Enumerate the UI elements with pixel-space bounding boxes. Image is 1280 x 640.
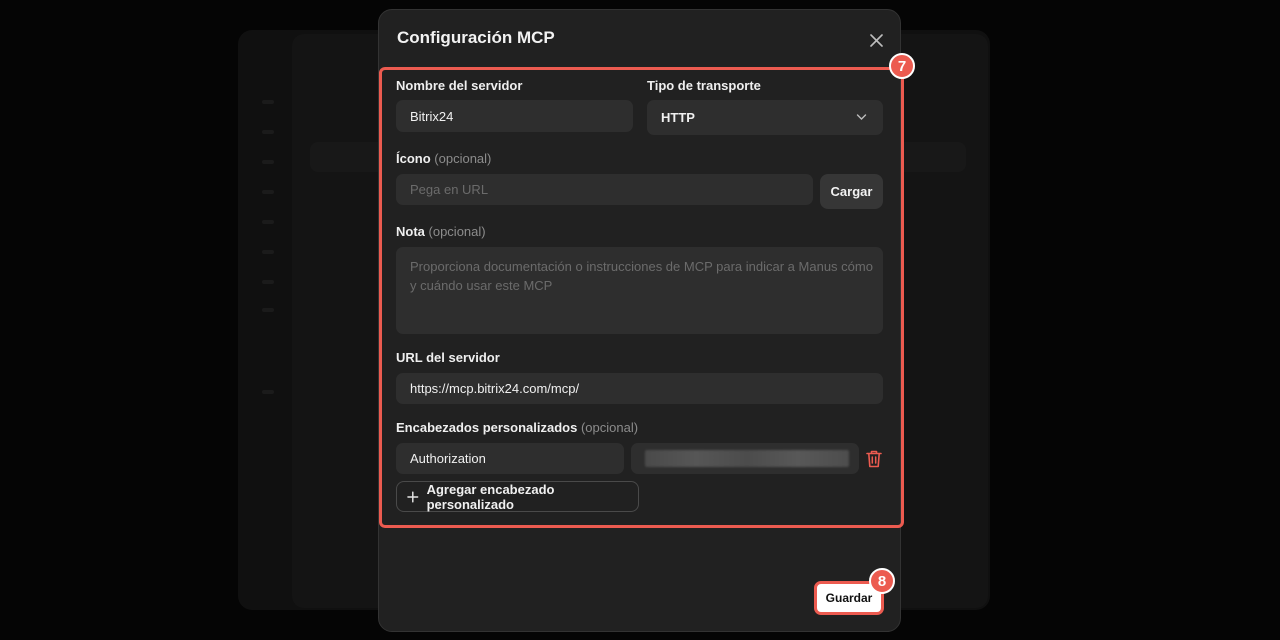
- step-badge-7: 7: [889, 53, 915, 79]
- icon-label: Ícono (opcional): [396, 151, 491, 166]
- background-nav-item: [262, 190, 274, 194]
- server-url-input[interactable]: https://mcp.bitrix24.com/mcp/: [396, 373, 883, 404]
- background-nav-item: [262, 130, 274, 134]
- icon-optional-text: (opcional): [434, 151, 492, 166]
- transport-type-label: Tipo de transporte: [647, 78, 761, 93]
- custom-headers-label: Encabezados personalizados (opcional): [396, 420, 638, 435]
- background-nav-item: [262, 160, 274, 164]
- background-nav-item: [262, 220, 274, 224]
- chevron-down-icon: [856, 114, 867, 120]
- note-label: Nota (opcional): [396, 224, 486, 239]
- background-nav-item: [262, 308, 274, 312]
- note-label-text: Nota: [396, 224, 425, 239]
- server-name-input[interactable]: Bitrix24: [396, 100, 633, 132]
- server-name-label: Nombre del servidor: [396, 78, 523, 93]
- plus-icon: [407, 490, 419, 503]
- redacted-value: [645, 450, 849, 467]
- close-icon: [869, 33, 883, 47]
- background-nav-item: [262, 100, 274, 104]
- close-button[interactable]: [866, 30, 886, 50]
- icon-label-text: Ícono: [396, 151, 431, 166]
- save-button[interactable]: Guardar: [826, 591, 873, 605]
- header-key-input[interactable]: Authorization: [396, 443, 624, 474]
- background-nav-item: [262, 250, 274, 254]
- modal-title: Configuración MCP: [397, 28, 555, 47]
- background-nav-item: [262, 280, 274, 284]
- server-url-label: URL del servidor: [396, 350, 500, 365]
- upload-button[interactable]: Cargar: [820, 174, 883, 209]
- delete-header-button[interactable]: [865, 449, 883, 469]
- trash-icon: [866, 450, 882, 468]
- background-nav-item: [262, 390, 274, 394]
- custom-headers-optional-text: (opcional): [580, 420, 639, 435]
- step-badge-8: 8: [869, 568, 895, 594]
- header-value-input[interactable]: [631, 443, 859, 474]
- icon-url-input[interactable]: Pega en URL: [396, 174, 813, 205]
- note-optional-text: (opcional): [428, 224, 486, 239]
- add-custom-header-button[interactable]: Agregar encabezado personalizado: [396, 481, 639, 512]
- custom-headers-label-text: Encabezados personalizados: [396, 420, 578, 435]
- transport-type-select[interactable]: HTTP: [647, 100, 883, 135]
- note-textarea[interactable]: Proporciona documentación o instruccione…: [396, 247, 883, 334]
- transport-type-value: HTTP: [661, 110, 695, 125]
- add-custom-header-label: Agregar encabezado personalizado: [426, 481, 555, 512]
